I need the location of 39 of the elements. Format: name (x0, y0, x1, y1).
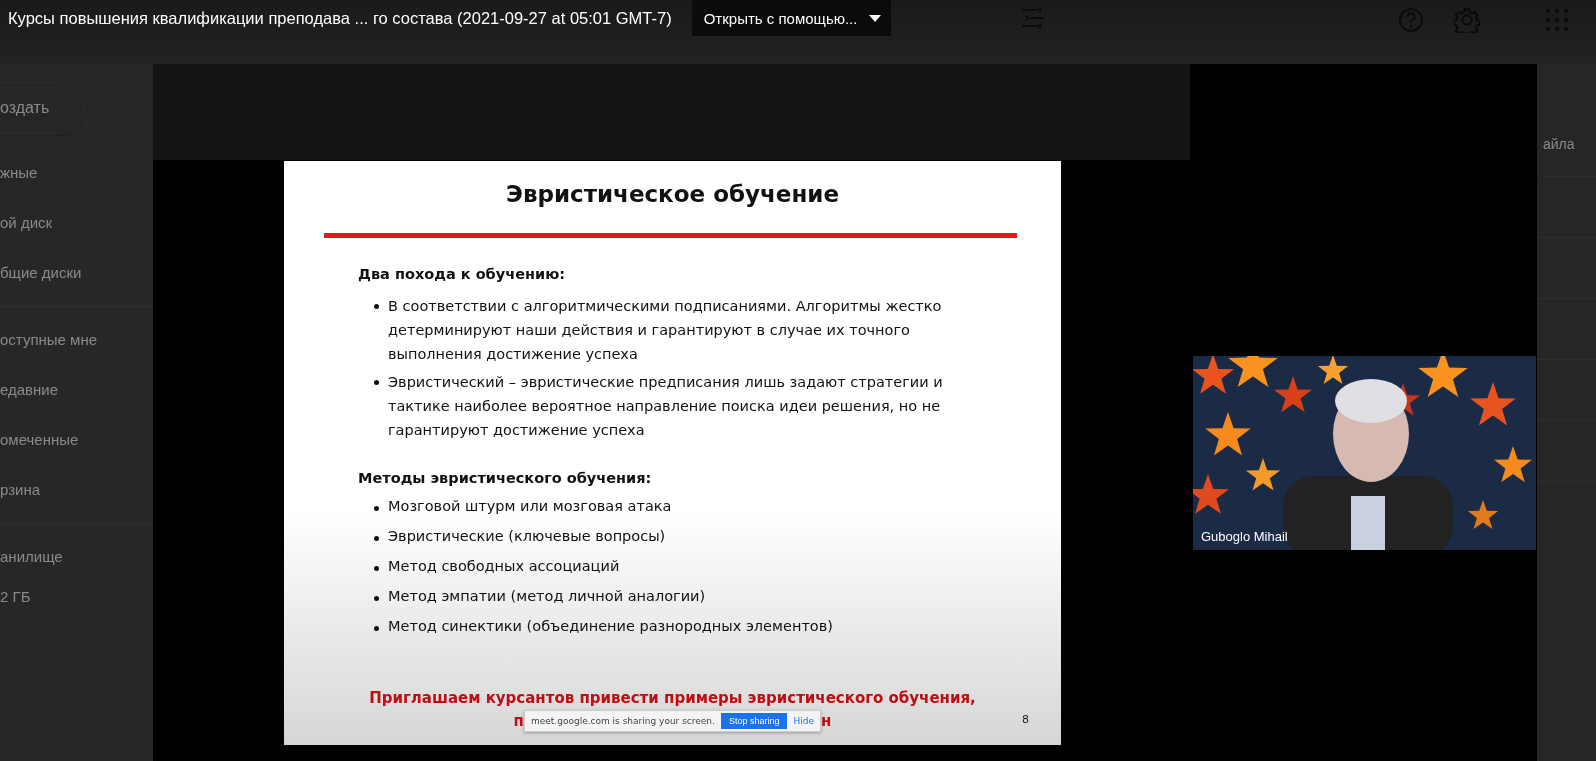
column-header: айла (1543, 136, 1596, 177)
caret-icon (869, 14, 882, 22)
bullet-icon (374, 304, 379, 309)
sidebar-item[interactable]: бщие диски (0, 248, 153, 298)
bullet-text: В соответствии с алгоритмическими подписаниями. Алгоритмы жестко детерминируют наши действия и гарантируют в случае их точного выполнения достижение успеха (388, 297, 943, 364)
sidebar-item[interactable]: рзина (0, 465, 153, 515)
open-with-button[interactable]: Открыть с помощью... (691, 0, 892, 36)
sidebar-item[interactable]: ой диск (0, 198, 153, 248)
slide-call-to-action: Приглашаем курсантов привести примеры эвристического обучения, (368, 689, 977, 707)
bullet-icon (374, 380, 379, 385)
bullet-text: Эвристический – эвристические предписания лишь задают стратегии и тактике наиболее вероятное направление поиска идеи решения, но не гарантируют достижение успеха (388, 373, 944, 440)
document-title: Курсы повышения квалификации преподава ... го состава (2021-09-27 at 05:01 GMT-7) (8, 8, 672, 29)
bullet-icon (374, 566, 379, 571)
storage-label[interactable]: анилище (0, 532, 153, 582)
bullet-icon (374, 596, 379, 601)
hide-link[interactable]: Hide (793, 716, 814, 726)
bullet-text: Метод синектики (объединение разнородных элементов) (388, 618, 834, 634)
stop-sharing-button[interactable]: Stop sharing (720, 713, 788, 729)
share-notice-text: meet.google.com is sharing your screen. (530, 716, 715, 726)
bullet-icon (374, 626, 379, 631)
storage-usage: 2 ГБ (0, 587, 32, 607)
slide-number: 8 (1022, 713, 1029, 726)
sidebar-item[interactable]: оступные мне (0, 315, 153, 365)
sidebar-item[interactable]: едавние (0, 365, 153, 415)
bullet-icon (374, 506, 379, 511)
section-heading: Два похода к обучению: (358, 266, 567, 282)
text-fragment: п (513, 712, 524, 730)
bullet-text: Мозговой штурм или мозговая атака (388, 498, 673, 514)
section-heading: Методы эвристического обучения: (358, 470, 653, 486)
new-button[interactable]: оздать (0, 82, 85, 134)
sidebar-item[interactable]: омеченные (0, 415, 153, 465)
bullet-icon (374, 536, 379, 541)
sidebar-item[interactable]: жные (0, 148, 153, 198)
text-fragment: н (821, 712, 832, 730)
slide-title: Эвристическое обучение (505, 180, 840, 209)
participant-name: Guboglo Mihail (1201, 529, 1288, 544)
bullet-text: Метод свободных ассоциаций (388, 558, 621, 574)
bullet-text: Эвристические (ключевые вопросы) (388, 528, 667, 544)
bullet-text: Метод эмпатии (метод личной аналогии) (388, 588, 707, 604)
